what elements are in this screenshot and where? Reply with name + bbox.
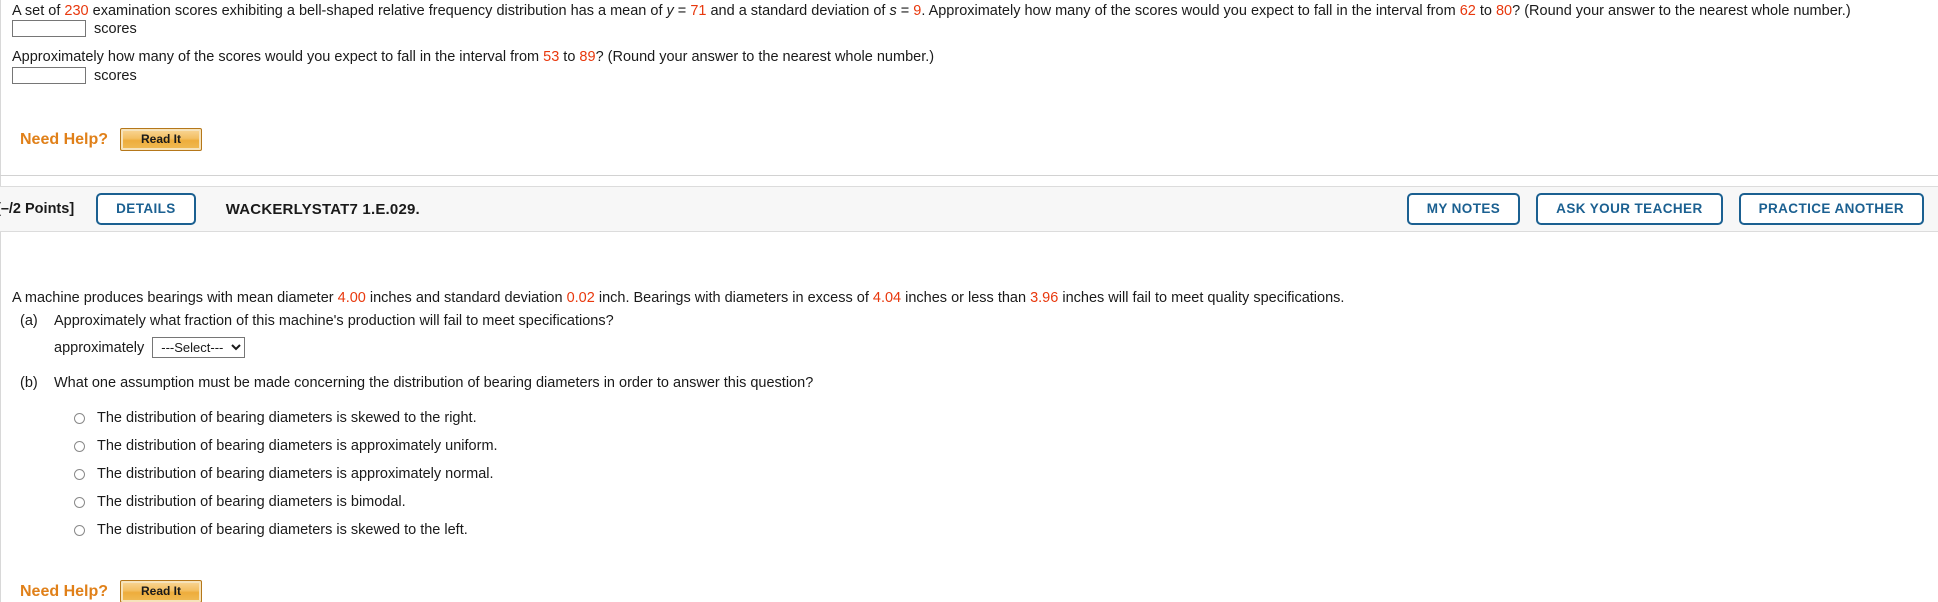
radio-icon[interactable] bbox=[74, 468, 85, 480]
need-help-label-1: Need Help? bbox=[20, 130, 109, 148]
radio-icon[interactable] bbox=[74, 440, 85, 452]
q1-count: 230 bbox=[64, 3, 89, 19]
fraction-select[interactable]: ---Select--- bbox=[152, 337, 246, 358]
question-2-text: Approximately how many of the scores wou… bbox=[12, 47, 934, 68]
stmt-lower: 3.96 bbox=[1030, 290, 1059, 306]
part-a-text: Approximately what fraction of this mach… bbox=[54, 313, 614, 329]
part-b-text: What one assumption must be made concern… bbox=[54, 375, 814, 391]
option-row-3[interactable]: The distribution of bearing diameters is… bbox=[74, 460, 498, 488]
stmt-sd: 0.02 bbox=[566, 290, 595, 306]
option-label: The distribution of bearing diameters is… bbox=[97, 494, 406, 510]
approximately-label: approximately bbox=[54, 339, 145, 356]
mean-symbol: y bbox=[666, 3, 674, 19]
part-a: (a) Approximately what fraction of this … bbox=[20, 313, 614, 329]
q1-interval-low: 62 bbox=[1459, 3, 1476, 19]
radio-icon[interactable] bbox=[74, 496, 85, 508]
q2-interval-high: 89 bbox=[579, 49, 596, 65]
need-help-row-2: Need Help? Read It bbox=[20, 580, 203, 602]
answer-unit-1: scores bbox=[94, 20, 137, 37]
option-label: The distribution of bearing diameters is… bbox=[97, 522, 468, 538]
my-notes-button[interactable]: MY NOTES bbox=[1406, 193, 1521, 225]
practice-another-button[interactable]: PRACTICE ANOTHER bbox=[1738, 193, 1924, 225]
part-b-tag: (b) bbox=[20, 375, 38, 391]
answer-row-2: scores bbox=[12, 67, 137, 84]
stmt-mean: 4.00 bbox=[337, 290, 366, 306]
header-actions: MY NOTES ASK YOUR TEACHER PRACTICE ANOTH… bbox=[1406, 193, 1938, 225]
ask-your-teacher-button[interactable]: ASK YOUR TEACHER bbox=[1536, 193, 1723, 225]
need-help-label-2: Need Help? bbox=[20, 582, 109, 600]
question-header-bar: [–/2 Points] DETAILS WACKERLYSTAT7 1.E.0… bbox=[0, 186, 1938, 232]
part-a-answer-row: approximately ---Select--- bbox=[54, 337, 246, 358]
content-left-rule bbox=[0, 0, 1, 602]
sd-symbol: s bbox=[889, 3, 897, 19]
q1-mean-value: 71 bbox=[690, 3, 707, 19]
q2-post: ? (Round your answer to the nearest whol… bbox=[595, 49, 935, 65]
stmt-mid3: inches or less than bbox=[901, 290, 1031, 306]
exercise-page: A set of 230 examination scores exhibiti… bbox=[0, 0, 1938, 602]
points-label: [–/2 Points] bbox=[0, 201, 75, 217]
read-it-button-2[interactable]: Read It bbox=[120, 580, 203, 602]
question-1-text: A set of 230 examination scores exhibiti… bbox=[12, 1, 1851, 22]
q2-to: to bbox=[559, 49, 580, 65]
part-a-tag: (a) bbox=[20, 313, 38, 329]
mean-symbol-ybar: y bbox=[667, 1, 674, 22]
option-row-5[interactable]: The distribution of bearing diameters is… bbox=[74, 516, 498, 544]
answer-row-1: scores bbox=[12, 20, 137, 37]
option-label: The distribution of bearing diameters is… bbox=[97, 410, 477, 426]
read-it-button-1[interactable]: Read It bbox=[120, 128, 203, 151]
option-label: The distribution of bearing diameters is… bbox=[97, 438, 498, 454]
q1-mid3: . Approximately how many of the scores w… bbox=[921, 3, 1460, 19]
stmt-upper: 4.04 bbox=[872, 290, 902, 306]
details-button[interactable]: DETAILS bbox=[96, 193, 196, 225]
q1-mid2: and a standard deviation of bbox=[706, 3, 890, 19]
q1-eq2: = bbox=[896, 3, 914, 19]
q2-pre: Approximately how many of the scores wou… bbox=[12, 49, 544, 65]
option-row-2[interactable]: The distribution of bearing diameters is… bbox=[74, 432, 498, 460]
q1-eq1: = bbox=[673, 3, 691, 19]
q1-post: ? (Round your answer to the nearest whol… bbox=[1512, 3, 1851, 19]
stmt-post: inches will fail to meet quality specifi… bbox=[1058, 290, 1345, 306]
q1-interval-high: 80 bbox=[1495, 3, 1513, 19]
answer-input-1[interactable] bbox=[12, 20, 86, 37]
q1-to: to bbox=[1475, 3, 1496, 19]
section-divider bbox=[0, 175, 1938, 176]
radio-icon[interactable] bbox=[74, 524, 85, 536]
need-help-row-1: Need Help? Read It bbox=[20, 128, 203, 151]
option-label: The distribution of bearing diameters is… bbox=[97, 466, 494, 482]
question-code: WACKERLYSTAT7 1.E.029. bbox=[225, 200, 420, 218]
answer-input-2[interactable] bbox=[12, 67, 86, 84]
q1-pre: A set of bbox=[12, 3, 65, 19]
option-row-1[interactable]: The distribution of bearing diameters is… bbox=[74, 404, 498, 432]
part-b-options: The distribution of bearing diameters is… bbox=[74, 404, 498, 544]
option-row-4[interactable]: The distribution of bearing diameters is… bbox=[74, 488, 498, 516]
q1-mid1: examination scores exhibiting a bell-sha… bbox=[88, 3, 667, 19]
part-b: (b) What one assumption must be made con… bbox=[20, 375, 813, 391]
answer-unit-2: scores bbox=[94, 67, 137, 84]
radio-icon[interactable] bbox=[74, 412, 85, 424]
stmt-mid1: inches and standard deviation bbox=[365, 290, 567, 306]
problem-statement: A machine produces bearings with mean di… bbox=[12, 288, 1344, 309]
stmt-mid2: inch. Bearings with diameters in excess … bbox=[594, 290, 873, 306]
stmt-pre: A machine produces bearings with mean di… bbox=[12, 290, 338, 306]
q2-interval-low: 53 bbox=[543, 49, 560, 65]
